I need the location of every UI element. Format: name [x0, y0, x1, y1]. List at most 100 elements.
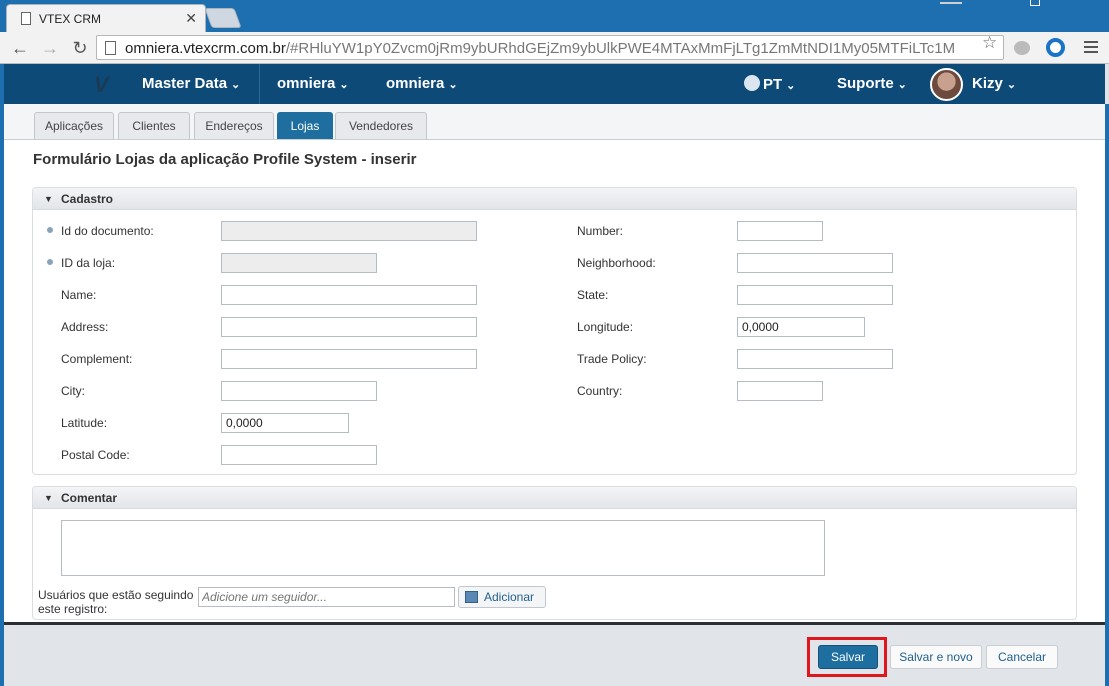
entity-tabs: Aplicações Clientes Endereços Lojas Vend…	[4, 104, 1105, 140]
longitude-field[interactable]	[737, 317, 865, 337]
trade-policy-label: Trade Policy:	[577, 352, 647, 366]
user-menu[interactable]: Kizy ⌄	[972, 75, 1016, 92]
form-actions: Salvar Salvar e novo Cancelar	[4, 622, 1105, 686]
number-label: Number:	[577, 224, 624, 238]
url-text: omniera.vtexcrm.com.br/#RHluYW1pY0Zvcm0j…	[125, 40, 955, 57]
extension-circle-icon[interactable]	[1046, 38, 1065, 57]
latitude-field[interactable]	[221, 413, 349, 433]
breadcrumb-separator	[250, 64, 260, 104]
vtex-logo: V	[94, 72, 109, 97]
comentar-title: Comentar	[61, 491, 118, 505]
forward-icon[interactable]: →	[40, 38, 60, 59]
number-field[interactable]	[737, 221, 823, 241]
back-icon[interactable]: ←	[10, 38, 30, 59]
support-label: Suporte	[837, 75, 894, 92]
complement-label: Complement:	[61, 352, 133, 366]
latitude-label: Latitude:	[61, 416, 108, 430]
user-name: Kizy	[972, 75, 1003, 92]
trade-policy-field[interactable]	[737, 349, 893, 369]
name-label: Name:	[61, 288, 97, 302]
master-data-label: Master Data	[142, 75, 228, 92]
store-menu[interactable]: omniera ⌄	[386, 75, 458, 92]
address-field[interactable]	[221, 317, 477, 337]
cadastro-title: Cadastro	[61, 192, 114, 206]
browser-toolbar: ← → ↻ omniera.vtexcrm.com.br/#RHluYW1pY0…	[0, 32, 1109, 64]
required-bullet-icon	[47, 259, 53, 265]
new-tab-button[interactable]	[204, 8, 242, 28]
globe-icon	[744, 75, 760, 91]
avatar[interactable]	[930, 68, 963, 101]
country-field[interactable]	[737, 381, 823, 401]
bookmark-star-icon[interactable]: ☆	[982, 33, 997, 53]
neighborhood-field[interactable]	[737, 253, 893, 273]
collapse-arrow-icon: ▼	[44, 493, 53, 503]
extension-icon[interactable]	[1014, 41, 1030, 55]
language-label: PT	[763, 76, 783, 93]
tab-aplicacoes[interactable]: Aplicações	[34, 112, 114, 139]
browser-tab[interactable]: VTEX CRM ✕	[6, 4, 206, 32]
tab-vendedores[interactable]: Vendedores	[335, 112, 427, 139]
follower-input[interactable]	[198, 587, 455, 607]
chevron-down-icon: ⌄	[786, 80, 796, 92]
comentar-header[interactable]: ▼ Comentar	[33, 487, 1076, 509]
id-documento-label: Id do documento:	[61, 224, 154, 238]
page-icon	[21, 12, 31, 25]
state-label: State:	[577, 288, 609, 302]
account-menu[interactable]: omniera ⌄	[277, 75, 349, 92]
followers-label-line2: este registro:	[38, 602, 108, 616]
complement-field[interactable]	[221, 349, 477, 369]
tab-lojas[interactable]: Lojas	[277, 112, 333, 139]
reload-icon[interactable]: ↻	[70, 38, 90, 59]
cancel-button[interactable]: Cancelar	[986, 645, 1058, 669]
required-bullet-icon	[47, 227, 53, 233]
followers-label: Usuários que estão seguindo este registr…	[38, 588, 193, 616]
browser-menu-icon[interactable]	[1084, 41, 1098, 56]
id-documento-field	[221, 221, 477, 241]
chevron-down-icon: ⌄	[897, 79, 907, 91]
city-label: City:	[61, 384, 85, 398]
url-host: omniera.vtexcrm.com.br	[125, 40, 286, 57]
postal-code-field[interactable]	[221, 445, 377, 465]
browser-tab-title: VTEX CRM	[39, 12, 102, 26]
chevron-down-icon: ⌄	[231, 79, 241, 91]
minimize-icon[interactable]	[940, 0, 962, 4]
tab-enderecos[interactable]: Endereços	[194, 112, 274, 139]
followers-label-line1: Usuários que estão seguindo	[38, 588, 194, 602]
id-loja-field	[221, 253, 377, 273]
cadastro-header[interactable]: ▼ Cadastro	[33, 188, 1076, 210]
page-info-icon[interactable]	[105, 41, 116, 55]
language-menu[interactable]: PT ⌄	[744, 75, 795, 93]
chevron-down-icon: ⌄	[448, 79, 458, 91]
country-label: Country:	[577, 384, 623, 398]
name-field[interactable]	[221, 285, 477, 305]
tab-clientes[interactable]: Clientes	[118, 112, 190, 139]
main-panel: Aplicações Clientes Endereços Lojas Vend…	[4, 104, 1105, 686]
add-follower-label: Adicionar	[484, 590, 535, 604]
account-label: omniera	[277, 75, 336, 92]
neighborhood-label: Neighborhood:	[577, 256, 656, 270]
master-data-menu[interactable]: Master Data ⌄	[142, 75, 240, 92]
store-label: omniera	[386, 75, 445, 92]
chevron-down-icon: ⌄	[1006, 79, 1017, 91]
save-button[interactable]: Salvar	[818, 645, 878, 669]
state-field[interactable]	[737, 285, 893, 305]
address-label: Address:	[61, 320, 109, 334]
collapse-arrow-icon: ▼	[44, 194, 53, 204]
app-header: V Master Data ⌄ omniera ⌄ omniera ⌄ PT ⌄ Sup…	[4, 64, 1105, 104]
add-follower-button[interactable]: Adicionar	[458, 586, 546, 608]
window-border-right	[1105, 104, 1109, 686]
support-menu[interactable]: Suporte ⌄	[837, 75, 907, 92]
address-bar[interactable]: omniera.vtexcrm.com.br/#RHluYW1pY0Zvcm0j…	[96, 35, 1004, 60]
save-icon	[465, 591, 478, 603]
close-tab-icon[interactable]: ✕	[185, 10, 197, 27]
city-field[interactable]	[221, 381, 377, 401]
page-title: Formulário Lojas da aplicação Profile Sy…	[33, 151, 417, 168]
id-loja-label: ID da loja:	[61, 256, 116, 270]
browser-tabbar: VTEX CRM ✕	[0, 0, 1109, 32]
cadastro-section: ▼ Cadastro	[32, 187, 1077, 475]
save-and-new-button[interactable]: Salvar e novo	[890, 645, 982, 669]
comment-textarea[interactable]	[61, 520, 825, 576]
url-path: /#RHluYW1pY0Zvcm0jRm9ybURhdGEjZm9ybUlkPW…	[285, 40, 956, 57]
chevron-down-icon: ⌄	[339, 79, 349, 91]
maximize-icon[interactable]	[1030, 0, 1040, 6]
